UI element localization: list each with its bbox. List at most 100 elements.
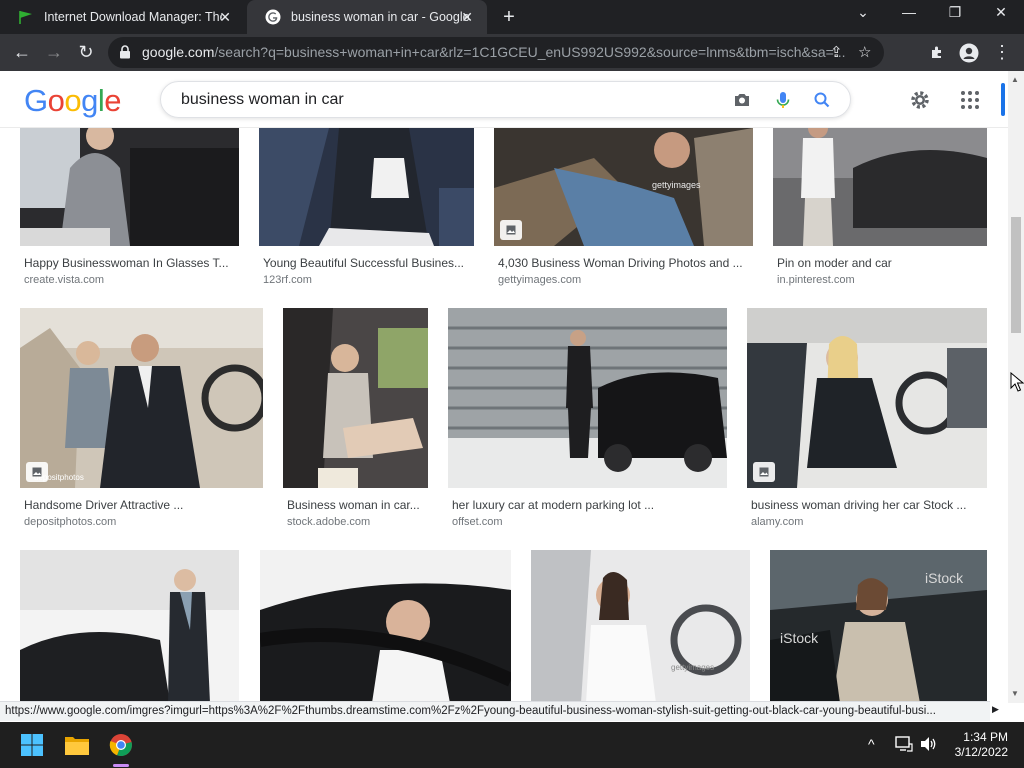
search-input[interactable]: business woman in car xyxy=(160,81,851,118)
result-title[interactable]: business woman driving her car Stock ... xyxy=(751,498,984,512)
volume-icon[interactable] xyxy=(920,736,938,752)
photo-badge-icon xyxy=(753,462,775,482)
result-title[interactable]: her luxury car at modern parking lot ... xyxy=(452,498,724,512)
image-result[interactable]: gettyimages 4,030 Business Woman Driving… xyxy=(494,128,753,288)
result-thumbnail[interactable] xyxy=(20,550,239,703)
back-arrow-icon[interactable]: ← xyxy=(9,40,35,66)
result-source[interactable]: stock.adobe.com xyxy=(287,516,370,528)
google-g-icon xyxy=(265,9,281,25)
file-explorer-icon[interactable] xyxy=(61,729,93,761)
result-source[interactable]: depositphotos.com xyxy=(24,516,116,528)
result-title[interactable]: 4,030 Business Woman Driving Photos and … xyxy=(498,256,750,270)
result-thumbnail[interactable] xyxy=(283,308,428,488)
result-title[interactable]: Pin on moder and car xyxy=(777,256,984,270)
result-thumbnail[interactable] xyxy=(747,308,987,488)
url-text: google.com/search?q=business+woman+in+ca… xyxy=(142,44,846,60)
image-result[interactable]: Business woman in car... stock.adobe.com xyxy=(283,308,428,528)
result-thumbnail[interactable]: iStock iStock xyxy=(770,550,987,703)
result-title[interactable]: Young Beautiful Successful Busines... xyxy=(263,256,471,270)
clock-date: 3/12/2022 xyxy=(954,745,1008,759)
close-tab-icon[interactable]: ✕ xyxy=(219,9,231,26)
idm-flag-icon xyxy=(19,11,32,24)
active-app-indicator xyxy=(113,764,129,767)
lock-icon xyxy=(120,45,130,59)
result-source[interactable]: offset.com xyxy=(452,516,503,528)
mouse-cursor-icon xyxy=(1010,372,1024,392)
bookmark-star-icon[interactable]: ☆ xyxy=(858,43,871,61)
minimize-icon[interactable]: — xyxy=(894,4,924,20)
google-header: Google business woman in car xyxy=(0,71,1008,128)
windows-start-icon[interactable] xyxy=(16,729,48,761)
result-thumbnail[interactable]: gettyimages xyxy=(531,550,750,703)
scroll-up-arrow-icon[interactable]: ▲ xyxy=(1011,75,1019,84)
result-thumbnail[interactable] xyxy=(773,128,987,246)
restore-icon[interactable]: ❐ xyxy=(940,4,970,21)
google-logo[interactable]: Google xyxy=(24,83,122,119)
profile-avatar-icon[interactable] xyxy=(956,40,982,66)
scroll-down-arrow-icon[interactable]: ▼ xyxy=(1011,689,1019,698)
search-query: business woman in car xyxy=(181,91,344,108)
image-result[interactable]: Pin on moder and car in.pinterest.com xyxy=(773,128,987,288)
image-result[interactable]: iStock iStock xyxy=(770,550,987,703)
tab-idm[interactable]: Internet Download Manager: The ✕ xyxy=(0,0,245,34)
getty-watermark: gettyimages xyxy=(652,180,701,190)
sign-in-button-edge[interactable] xyxy=(1001,83,1005,116)
extensions-icon[interactable] xyxy=(924,40,950,66)
chrome-menu-icon[interactable]: ⋮ xyxy=(989,40,1015,66)
tray-chevron-icon[interactable]: ^ xyxy=(868,736,875,752)
address-bar[interactable]: google.com/search?q=business+woman+in+ca… xyxy=(108,37,884,68)
network-icon[interactable] xyxy=(895,736,913,752)
result-thumbnail[interactable] xyxy=(259,128,474,246)
share-icon[interactable]: ⇪ xyxy=(830,43,843,61)
apps-grid-icon[interactable] xyxy=(958,88,982,112)
new-tab-icon[interactable]: + xyxy=(498,6,520,29)
result-thumbnail[interactable] xyxy=(260,550,511,703)
camera-search-icon[interactable] xyxy=(731,89,753,111)
microphone-icon[interactable] xyxy=(772,89,794,111)
chrome-taskbar-icon[interactable] xyxy=(105,729,137,761)
search-icon[interactable] xyxy=(811,89,833,111)
scrollbar-thumb[interactable] xyxy=(1011,217,1021,333)
image-result[interactable] xyxy=(20,550,239,703)
image-result[interactable]: Young Beautiful Successful Busines... 12… xyxy=(259,128,474,288)
image-result[interactable]: her luxury car at modern parking lot ...… xyxy=(448,308,727,528)
browser-toolbar: ← → ↻ google.com/search?q=business+woman… xyxy=(0,34,1024,71)
windows-taskbar: ^ 1:34 PM 3/12/2022 xyxy=(0,722,1024,768)
getty-watermark: gettyimages xyxy=(671,663,714,672)
image-result[interactable]: depositphotos Handsome Driver Attractive… xyxy=(20,308,263,528)
image-result[interactable]: gettyimages xyxy=(531,550,750,703)
result-thumbnail[interactable] xyxy=(20,128,239,246)
scroll-right-arrow-icon[interactable]: ▶ xyxy=(992,704,999,715)
photo-badge-icon xyxy=(500,220,522,240)
result-source[interactable]: create.vista.com xyxy=(24,274,104,286)
forward-arrow-icon[interactable]: → xyxy=(41,40,67,66)
result-source[interactable]: alamy.com xyxy=(751,516,803,528)
result-thumbnail[interactable] xyxy=(448,308,727,488)
image-result[interactable]: Happy Businesswoman In Glasses T... crea… xyxy=(20,128,239,288)
image-result[interactable]: business woman driving her car Stock ...… xyxy=(747,308,987,528)
clock-time: 1:34 PM xyxy=(963,730,1008,744)
settings-gear-icon[interactable] xyxy=(908,88,932,112)
tab-title: business woman in car - Google xyxy=(291,10,469,24)
image-result[interactable] xyxy=(260,550,511,703)
image-results-grid: Happy Businesswoman In Glasses T... crea… xyxy=(0,128,1008,703)
result-thumbnail[interactable]: depositphotos xyxy=(20,308,263,488)
result-source[interactable]: 123rf.com xyxy=(263,274,312,286)
result-source[interactable]: in.pinterest.com xyxy=(777,274,855,286)
close-window-icon[interactable]: ✕ xyxy=(986,4,1016,21)
photo-badge-icon xyxy=(26,462,48,482)
result-title[interactable]: Handsome Driver Attractive ... xyxy=(24,498,260,512)
close-tab-icon[interactable]: ✕ xyxy=(461,9,473,26)
result-title[interactable]: Business woman in car... xyxy=(287,498,427,512)
result-source[interactable]: gettyimages.com xyxy=(498,274,581,286)
result-title[interactable]: Happy Businesswoman In Glasses T... xyxy=(24,256,236,270)
result-thumbnail[interactable]: gettyimages xyxy=(494,128,753,246)
tab-search-chevron-icon[interactable]: ⌄ xyxy=(848,4,878,21)
link-status-bar: https://www.google.com/imgres?imgurl=htt… xyxy=(0,701,990,721)
istock-watermark: iStock xyxy=(780,630,819,646)
reload-icon[interactable]: ↻ xyxy=(73,40,99,66)
tab-title: Internet Download Manager: The xyxy=(44,10,222,24)
istock-watermark: iStock xyxy=(925,570,964,586)
taskbar-clock[interactable]: 1:34 PM 3/12/2022 xyxy=(948,730,1008,760)
tab-google-search[interactable]: business woman in car - Google ✕ xyxy=(247,0,487,34)
